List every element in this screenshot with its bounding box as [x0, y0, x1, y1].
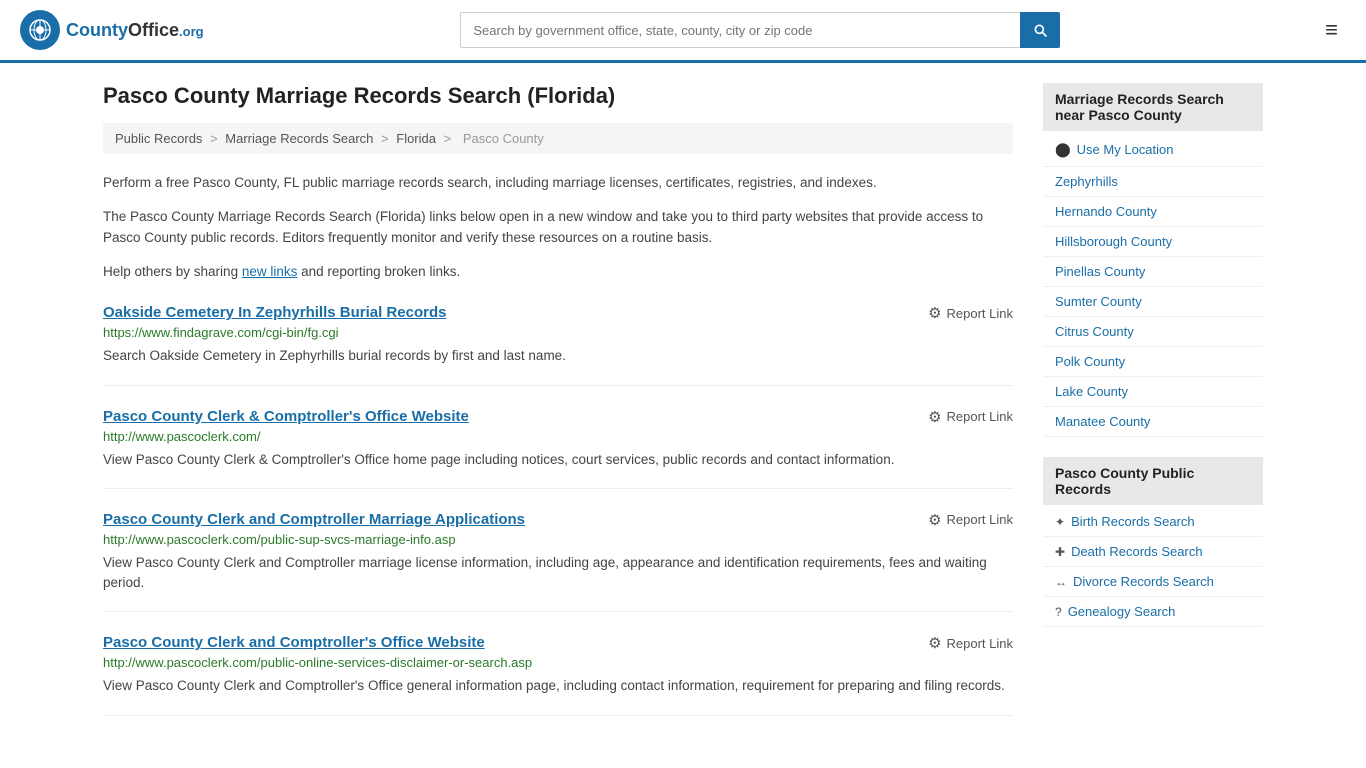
result-desc-1: View Pasco County Clerk & Comptroller's …: [103, 450, 1013, 470]
description-2: The Pasco County Marriage Records Search…: [103, 206, 1013, 249]
sidebar-nearby-2[interactable]: Hillsborough County: [1043, 227, 1263, 257]
logo-name: CountyOffice.org: [66, 20, 204, 40]
logo-icon: [20, 10, 60, 50]
breadcrumb-marriage-records[interactable]: Marriage Records Search: [225, 131, 373, 146]
use-location[interactable]: ⬤ Use My Location: [1043, 133, 1263, 167]
main-container: Pasco County Marriage Records Search (Fl…: [83, 63, 1283, 736]
breadcrumb-sep1: >: [210, 131, 221, 146]
nearby-section: Marriage Records Search near Pasco Count…: [1043, 83, 1263, 437]
report-link-3[interactable]: ⚙ Report Link: [928, 634, 1013, 652]
sidebar-nearby-3[interactable]: Pinellas County: [1043, 257, 1263, 287]
content-area: Pasco County Marriage Records Search (Fl…: [103, 83, 1013, 716]
description-3-post: and reporting broken links.: [297, 264, 460, 279]
result-title-2[interactable]: Pasco County Clerk and Comptroller Marri…: [103, 511, 525, 528]
sidebar-nearby-5[interactable]: Citrus County: [1043, 317, 1263, 347]
public-records-links: ✦Birth Records Search✚Death Records Sear…: [1043, 507, 1263, 627]
result-item: Pasco County Clerk and Comptroller Marri…: [103, 511, 1013, 613]
menu-button[interactable]: ≡: [1317, 13, 1346, 47]
pr-icon-1: ✚: [1055, 545, 1065, 559]
sidebar: Marriage Records Search near Pasco Count…: [1043, 83, 1263, 716]
public-records-title: Pasco County Public Records: [1043, 457, 1263, 505]
sidebar-nearby-1[interactable]: Hernando County: [1043, 197, 1263, 227]
result-desc-3: View Pasco County Clerk and Comptroller'…: [103, 676, 1013, 696]
result-url-0[interactable]: https://www.findagrave.com/cgi-bin/fg.cg…: [103, 325, 1013, 340]
sidebar-nearby-8[interactable]: Manatee County: [1043, 407, 1263, 437]
sidebar-pr-1[interactable]: ✚Death Records Search: [1043, 537, 1263, 567]
report-icon-2: ⚙: [928, 511, 941, 529]
nearby-links: ZephyrhillsHernando CountyHillsborough C…: [1043, 167, 1263, 437]
report-icon-3: ⚙: [928, 634, 941, 652]
page-title: Pasco County Marriage Records Search (Fl…: [103, 83, 1013, 109]
breadcrumb-current: Pasco County: [463, 131, 544, 146]
report-icon-0: ⚙: [928, 304, 941, 322]
result-header: Oakside Cemetery In Zephyrhills Burial R…: [103, 304, 1013, 322]
result-url-3[interactable]: http://www.pascoclerk.com/public-online-…: [103, 655, 1013, 670]
description-1: Perform a free Pasco County, FL public m…: [103, 172, 1013, 194]
public-records-section: Pasco County Public Records ✦Birth Recor…: [1043, 457, 1263, 627]
description-3: Help others by sharing new links and rep…: [103, 261, 1013, 283]
sidebar-nearby-6[interactable]: Polk County: [1043, 347, 1263, 377]
report-link-0[interactable]: ⚙ Report Link: [928, 304, 1013, 322]
results-container: Oakside Cemetery In Zephyrhills Burial R…: [103, 304, 1013, 715]
search-area: [460, 12, 1060, 48]
search-button[interactable]: [1020, 12, 1060, 48]
result-title-1[interactable]: Pasco County Clerk & Comptroller's Offic…: [103, 408, 469, 425]
location-icon: ⬤: [1055, 141, 1071, 158]
pr-icon-3: ?: [1055, 605, 1062, 619]
nearby-title: Marriage Records Search near Pasco Count…: [1043, 83, 1263, 131]
report-link-2[interactable]: ⚙ Report Link: [928, 511, 1013, 529]
sidebar-nearby-4[interactable]: Sumter County: [1043, 287, 1263, 317]
search-input[interactable]: [460, 12, 1020, 48]
sidebar-pr-2[interactable]: ↔Divorce Records Search: [1043, 567, 1263, 597]
breadcrumb-sep2: >: [381, 131, 392, 146]
description-3-pre: Help others by sharing: [103, 264, 242, 279]
result-header: Pasco County Clerk & Comptroller's Offic…: [103, 408, 1013, 426]
result-desc-0: Search Oakside Cemetery in Zephyrhills b…: [103, 346, 1013, 366]
logo-org: .org: [179, 24, 204, 39]
report-label-2: Report Link: [947, 512, 1013, 527]
result-header: Pasco County Clerk and Comptroller's Off…: [103, 634, 1013, 652]
report-link-1[interactable]: ⚙ Report Link: [928, 408, 1013, 426]
sidebar-pr-3[interactable]: ?Genealogy Search: [1043, 597, 1263, 627]
result-item: Oakside Cemetery In Zephyrhills Burial R…: [103, 304, 1013, 385]
sidebar-pr-0[interactable]: ✦Birth Records Search: [1043, 507, 1263, 537]
header: CountyOffice.org ≡: [0, 0, 1366, 63]
report-icon-1: ⚙: [928, 408, 941, 426]
breadcrumb-public-records[interactable]: Public Records: [115, 131, 202, 146]
logo-county: County: [66, 20, 128, 40]
report-label-0: Report Link: [947, 306, 1013, 321]
report-label-1: Report Link: [947, 409, 1013, 424]
pr-icon-2: ↔: [1055, 575, 1067, 589]
result-item: Pasco County Clerk & Comptroller's Offic…: [103, 408, 1013, 489]
breadcrumb-sep3: >: [444, 131, 455, 146]
result-url-1[interactable]: http://www.pascoclerk.com/: [103, 429, 1013, 444]
result-header: Pasco County Clerk and Comptroller Marri…: [103, 511, 1013, 529]
result-title-0[interactable]: Oakside Cemetery In Zephyrhills Burial R…: [103, 304, 446, 321]
report-label-3: Report Link: [947, 636, 1013, 651]
breadcrumb: Public Records > Marriage Records Search…: [103, 123, 1013, 154]
pr-icon-0: ✦: [1055, 515, 1065, 529]
new-links[interactable]: new links: [242, 264, 298, 279]
result-desc-2: View Pasco County Clerk and Comptroller …: [103, 553, 1013, 594]
sidebar-nearby-7[interactable]: Lake County: [1043, 377, 1263, 407]
use-location-label: Use My Location: [1077, 142, 1174, 157]
result-item: Pasco County Clerk and Comptroller's Off…: [103, 634, 1013, 715]
sidebar-nearby-0[interactable]: Zephyrhills: [1043, 167, 1263, 197]
result-title-3[interactable]: Pasco County Clerk and Comptroller's Off…: [103, 634, 485, 651]
logo: CountyOffice.org: [20, 10, 204, 50]
breadcrumb-florida[interactable]: Florida: [396, 131, 436, 146]
result-url-2[interactable]: http://www.pascoclerk.com/public-sup-svc…: [103, 532, 1013, 547]
